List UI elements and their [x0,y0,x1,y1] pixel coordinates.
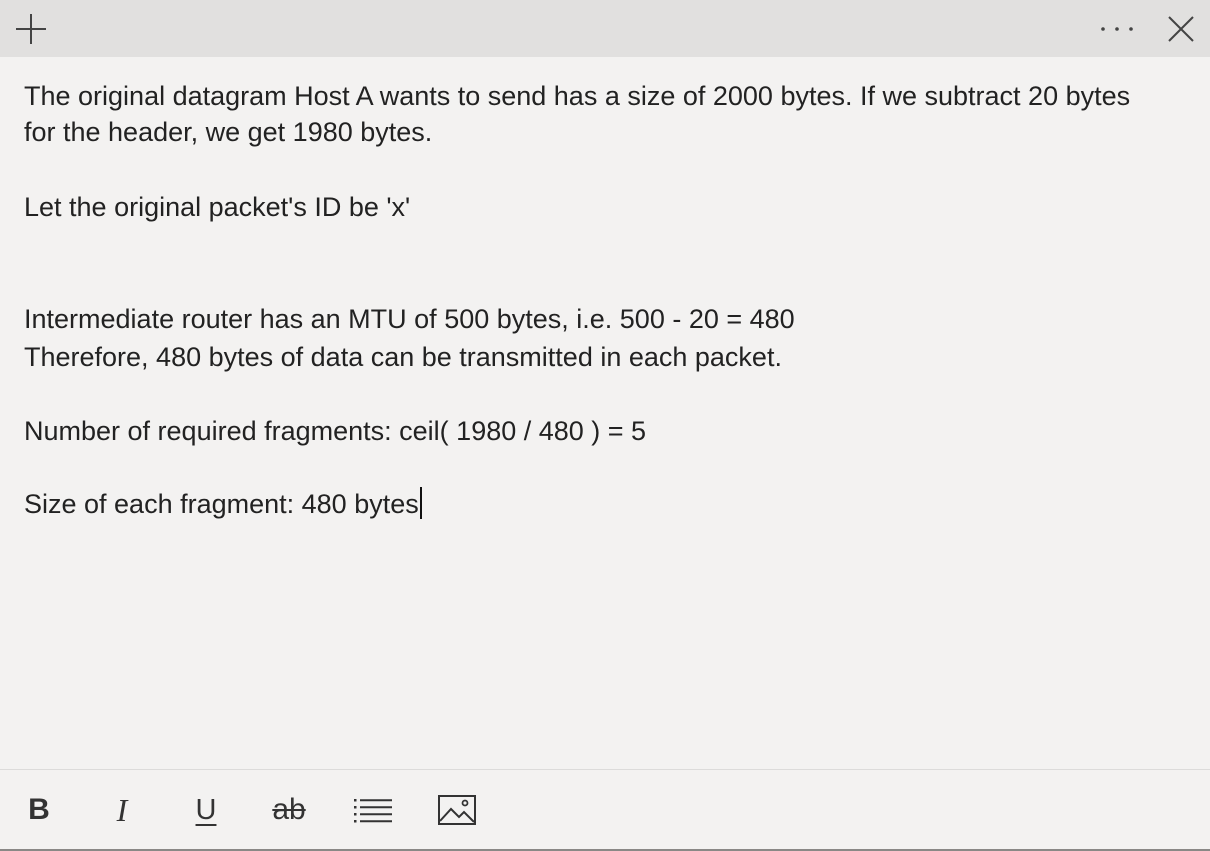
underline-button[interactable]: U [182,786,230,834]
note-line: Size of each fragment: 480 bytes [24,489,419,519]
plus-icon [16,13,46,44]
new-note-button[interactable] [4,0,58,57]
bulleted-list-icon [354,799,392,823]
formatting-toolbar: B I U ab [0,769,1210,849]
italic-icon: I [116,791,128,828]
note-line: Intermediate router has an MTU of 500 by… [24,304,795,334]
text-caret [419,487,422,519]
sticky-note-window: The original datagram Host A wants to se… [0,0,1210,851]
menu-button[interactable] [1092,0,1142,57]
note-line: The original datagram Host A wants to se… [24,81,1131,111]
more-horizontal-icon [1101,26,1133,31]
note-line-with-caret: Size of each fragment: 480 bytes [24,486,422,522]
note-line: Number of required fragments: ceil( 1980… [24,416,647,446]
close-button[interactable] [1156,0,1206,57]
underline-icon: U [195,793,217,826]
strikethrough-button[interactable]: ab [265,786,313,834]
note-line: Let the original packet's ID be 'x' [24,192,411,222]
italic-button[interactable]: I [98,786,146,834]
title-bar [0,0,1210,57]
strikethrough-icon: ab [272,793,306,826]
bold-button[interactable]: B [15,786,63,834]
bold-icon: B [28,793,50,826]
note-line: Therefore, 480 bytes of data can be tran… [24,342,782,372]
note-editor[interactable]: The original datagram Host A wants to se… [24,78,1184,758]
bulleted-list-button[interactable] [349,786,397,834]
image-icon [438,795,476,825]
close-icon [1168,15,1194,42]
insert-image-button[interactable] [433,786,481,834]
note-line: for the header, we get 1980 bytes. [24,117,433,147]
